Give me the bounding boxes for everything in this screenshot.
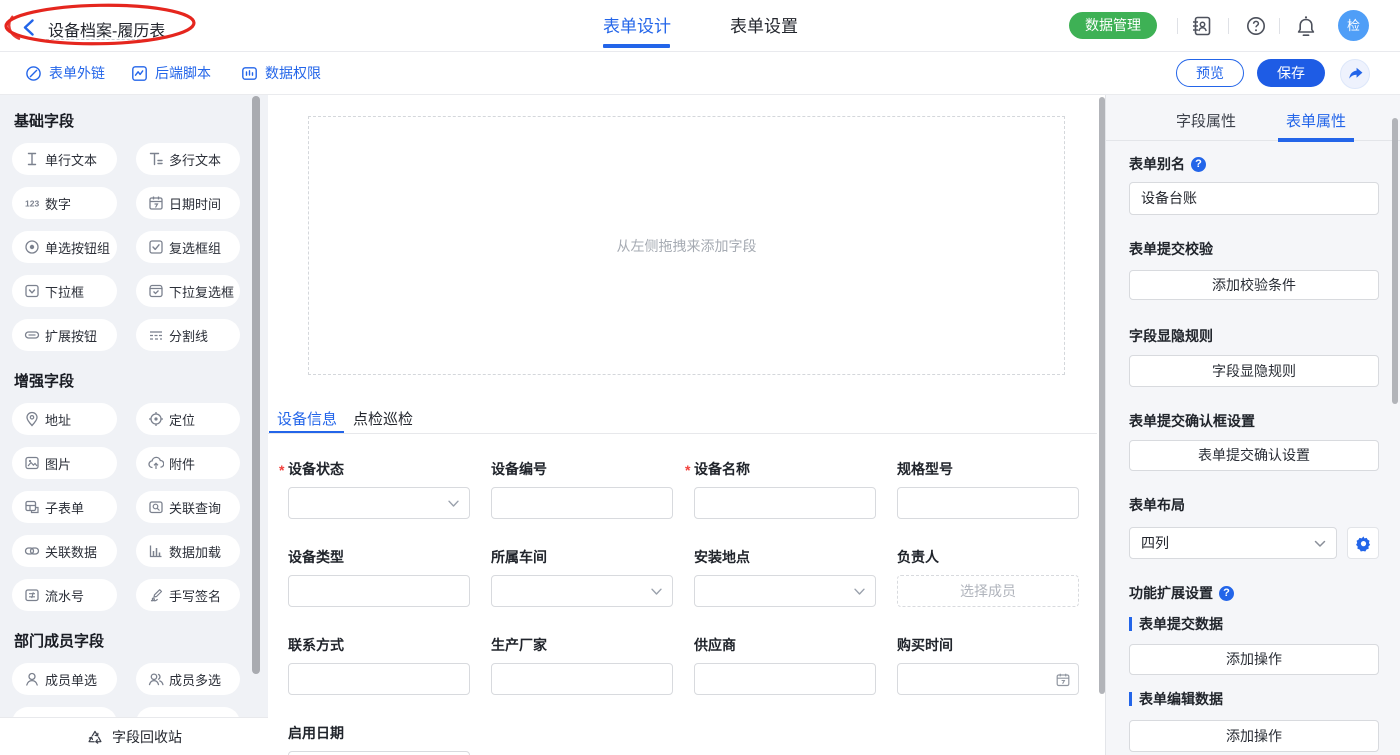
svg-text:123: 123 [25, 199, 39, 209]
